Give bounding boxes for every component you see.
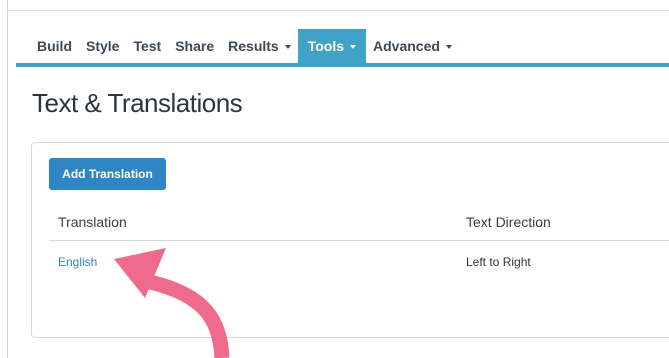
annotation-arrow-icon — [114, 248, 230, 358]
arrow-shaft — [148, 274, 230, 358]
